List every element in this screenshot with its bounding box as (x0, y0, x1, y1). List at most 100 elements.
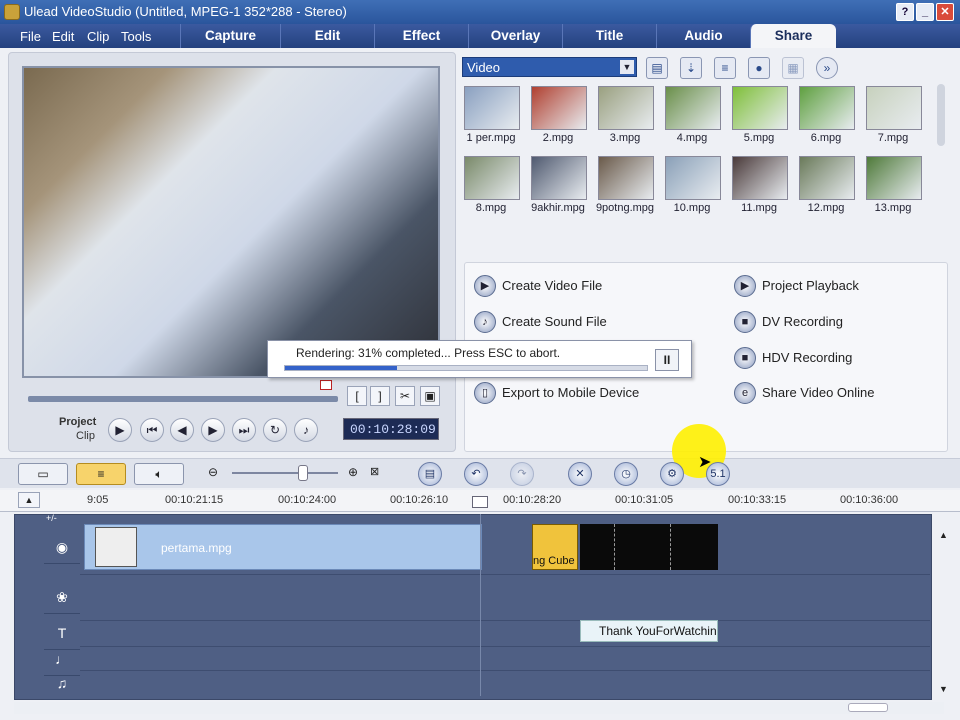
multi-trim-icon[interactable]: ⚙ (660, 462, 684, 486)
overlay-track-icon[interactable]: ❀ (44, 580, 80, 614)
ruler-tick-label: 9:05 (87, 494, 109, 506)
timeline-vertical-scrollbar[interactable]: ▲ ▼ (936, 516, 952, 696)
close-button[interactable]: ✕ (936, 3, 954, 21)
playhead-marker[interactable] (472, 496, 488, 508)
film-icon[interactable]: ▶ (474, 275, 496, 297)
chevron-down-icon[interactable]: ▼ (620, 60, 634, 74)
mark-out-button[interactable]: ] (370, 386, 390, 406)
library-thumbnail[interactable] (732, 86, 788, 130)
library-thumbnail[interactable] (665, 156, 721, 200)
folder-icon[interactable]: ▤ (646, 57, 668, 79)
scrub-handle[interactable] (320, 380, 332, 390)
share-video-online-button[interactable]: Share Video Online (762, 385, 875, 400)
mobile-icon[interactable]: ▯ (474, 382, 496, 404)
next-frame-icon[interactable]: ▶ (201, 418, 225, 442)
export-mobile-button[interactable]: Export to Mobile Device (502, 385, 639, 400)
project-playback-button[interactable]: Project Playback (762, 278, 859, 293)
previous-frame-icon[interactable]: ◀ (170, 418, 194, 442)
zoom-slider[interactable] (232, 472, 338, 474)
zoom-in-icon[interactable]: ⊕ (348, 465, 358, 479)
dv-recording-button[interactable]: DV Recording (762, 314, 843, 329)
volume-icon[interactable]: ♪ (294, 418, 318, 442)
chapter-icon[interactable]: ◷ (614, 462, 638, 486)
clip-mode-label[interactable]: Clip (76, 430, 95, 442)
insert-media-icon[interactable]: ▤ (418, 462, 442, 486)
redo-icon[interactable]: ↷ (510, 462, 534, 486)
import-icon[interactable]: ⇣ (680, 57, 702, 79)
tab-capture[interactable]: Capture (180, 24, 280, 48)
project-mode-label[interactable]: Project (59, 416, 96, 428)
smart-proxy-icon[interactable]: ✕ (568, 462, 592, 486)
zoom-slider-knob[interactable] (298, 465, 308, 481)
library-thumbnail[interactable] (866, 86, 922, 130)
menu-edit[interactable]: Edit (52, 29, 74, 44)
pause-button[interactable]: II (655, 349, 679, 371)
undo-icon[interactable]: ↶ (464, 462, 488, 486)
repeat-icon[interactable]: ↻ (263, 418, 287, 442)
title-clip[interactable]: Thank YouForWatching (580, 620, 718, 642)
library-thumbnail[interactable] (665, 86, 721, 130)
create-video-file-button[interactable]: Create Video File (502, 278, 602, 293)
video-track-icon[interactable]: ◉ (44, 530, 80, 564)
menu-file[interactable]: File (20, 29, 41, 44)
tab-share[interactable]: Share (750, 24, 836, 48)
menu-tools[interactable]: Tools (121, 29, 151, 44)
rendering-progress-fill (285, 366, 398, 370)
music-track-icon[interactable]: ♫ (44, 666, 80, 700)
black-clip[interactable] (580, 524, 718, 570)
storyboard-view-button[interactable]: ▭ (18, 463, 68, 485)
timeline-horizontal-scrollbar[interactable] (14, 702, 944, 714)
timecode-display[interactable]: 00:10:28:09 (343, 418, 439, 440)
tab-edit[interactable]: Edit (280, 24, 374, 48)
library-thumbnail[interactable] (598, 86, 654, 130)
cut-clip-button[interactable]: ✂ (395, 386, 415, 406)
expand-library-icon[interactable]: » (816, 57, 838, 79)
scroll-up-icon[interactable]: ▲ (939, 530, 948, 540)
timeline-view-button[interactable]: ≡ (76, 463, 126, 485)
minimize-button[interactable]: _ (916, 3, 934, 21)
library-thumbnail[interactable] (799, 156, 855, 200)
video-clip[interactable]: pertama.mpg (84, 524, 482, 570)
library-thumbnail[interactable] (732, 156, 788, 200)
menu-clip[interactable]: Clip (87, 29, 109, 44)
zoom-out-icon[interactable]: ⊖ (208, 465, 218, 479)
hdv-camcorder-icon[interactable]: ■ (734, 347, 756, 369)
tab-overlay[interactable]: Overlay (468, 24, 562, 48)
library-scrollbar[interactable] (937, 84, 945, 146)
library-thumbnail[interactable] (598, 156, 654, 200)
library-category-select[interactable]: Video ▼ (462, 57, 637, 77)
end-icon[interactable]: ⏭ (232, 418, 256, 442)
scroll-down-icon[interactable]: ▼ (939, 684, 948, 694)
hdv-recording-button[interactable]: HDV Recording (762, 350, 852, 365)
scroll-knob[interactable] (848, 703, 888, 712)
mark-in-button[interactable]: [ (347, 386, 367, 406)
enlarge-preview-button[interactable]: ▣ (420, 386, 440, 406)
library-thumbnail[interactable] (531, 156, 587, 200)
library-thumbnail[interactable] (531, 86, 587, 130)
create-sound-file-button[interactable]: Create Sound File (502, 314, 607, 329)
playback-icon[interactable]: ▶ (734, 275, 756, 297)
home-icon[interactable]: ⏮ (140, 418, 164, 442)
library-thumbnail-label: 8.mpg (475, 202, 507, 214)
library-thumbnail[interactable] (464, 86, 520, 130)
scrub-bar[interactable] (28, 396, 338, 402)
tab-title[interactable]: Title (562, 24, 656, 48)
fit-project-icon[interactable]: ⊠ (370, 465, 379, 478)
camcorder-icon[interactable]: ■ (734, 311, 756, 333)
play-icon[interactable]: ▶ (108, 418, 132, 442)
tab-audio[interactable]: Audio (656, 24, 750, 48)
tab-effect[interactable]: Effect (374, 24, 468, 48)
library-thumbnail[interactable] (866, 156, 922, 200)
transition-clip[interactable]: ng Cube (532, 524, 578, 570)
help-button[interactable]: ? (896, 3, 914, 21)
audio-view-button[interactable]: 🔈︎ (134, 463, 184, 485)
sound-icon[interactable]: ♪ (474, 311, 496, 333)
library-thumbnail[interactable] (464, 156, 520, 200)
sort-icon[interactable]: ≡ (714, 57, 736, 79)
library-manager-icon[interactable]: ▦ (782, 57, 804, 79)
capture-icon[interactable]: ● (748, 57, 770, 79)
zoom-tracks-label[interactable]: +/- (46, 513, 57, 523)
library-thumbnail[interactable] (799, 86, 855, 130)
collapse-ruler-icon[interactable]: ▲ (18, 492, 40, 508)
online-share-icon[interactable]: e (734, 382, 756, 404)
